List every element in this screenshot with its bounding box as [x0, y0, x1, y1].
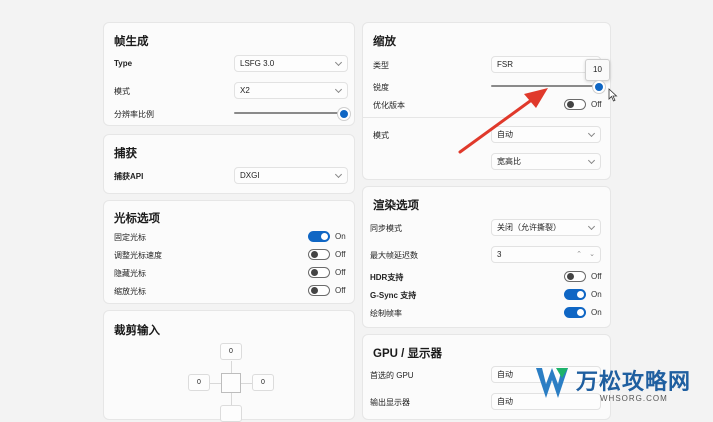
cursor-fixed-toggle[interactable]: [308, 231, 330, 242]
chevron-down-icon: [587, 156, 596, 165]
cursor-title: 光标选项: [114, 213, 160, 225]
cursor-hide-state: Off: [335, 268, 346, 277]
hdr-toggle[interactable]: [564, 271, 586, 282]
render-title: 渲染选项: [373, 200, 419, 212]
cursor-fixed-state: On: [335, 232, 346, 241]
chevron-down-icon: [334, 170, 343, 179]
cursor-hide-toggle[interactable]: [308, 267, 330, 278]
gsync-label: G-Sync 支持: [370, 291, 417, 300]
capture-api-dropdown[interactable]: DXGI: [234, 167, 348, 184]
scaling-panel: 缩放 类型 FSR 10 锐度 优化版本 Off 模式 自动 宽高比: [362, 22, 611, 180]
gpu-title: GPU / 显示器: [373, 348, 443, 360]
framerate-state: On: [591, 308, 602, 317]
crop-title: 裁剪输入: [114, 325, 160, 337]
scaling-type-label: 类型: [373, 61, 389, 70]
sync-mode-dropdown[interactable]: 关闭（允许撕裂）: [491, 219, 601, 236]
sharpness-slider-track[interactable]: [491, 85, 597, 87]
render-panel: 渲染选项 同步模式 关闭（允许撕裂） 最大帧延迟数 3 ⌃ ⌄ HDR支持 Of…: [362, 186, 611, 328]
cursor-scale-label: 缩放光标: [114, 287, 146, 296]
aspect-ratio-dropdown[interactable]: 宽高比: [491, 153, 601, 170]
scaling-type-value: FSR: [497, 60, 513, 69]
crop-panel: 裁剪输入 0 0 0: [103, 310, 355, 422]
capture-api-value: DXGI: [240, 171, 260, 180]
max-frame-stepper[interactable]: 3 ⌃ ⌄: [491, 246, 601, 263]
frame-gen-type-dropdown[interactable]: LSFG 3.0: [234, 55, 348, 72]
frame-gen-mode-label: 模式: [114, 87, 130, 96]
crop-bottom-input[interactable]: [220, 405, 242, 422]
crop-left-input[interactable]: 0: [188, 374, 210, 391]
monitor-label: 输出显示器: [370, 398, 410, 407]
frame-gen-type-value: LSFG 3.0: [240, 59, 275, 68]
sync-mode-value: 关闭（允许撕裂）: [497, 223, 561, 232]
capture-api-label: 捕获API: [114, 172, 144, 181]
scaling-mode-label: 模式: [373, 131, 389, 140]
cursor-hide-label: 隐藏光标: [114, 269, 146, 278]
cursor-panel: 光标选项 固定光标 On 调整光标速度 Off 隐藏光标 Off 缩放光标 Of…: [103, 200, 355, 304]
cursor-fixed-label: 固定光标: [114, 233, 146, 242]
scaling-divider: [363, 117, 610, 118]
optimize-label: 优化版本: [373, 101, 405, 110]
chevron-down-icon: [334, 85, 343, 94]
framerate-toggle[interactable]: [564, 307, 586, 318]
max-frame-value: 3: [497, 250, 502, 259]
sharpness-slider-thumb[interactable]: [593, 81, 605, 93]
chevron-down-icon: [334, 58, 343, 67]
max-frame-label: 最大帧延迟数: [370, 251, 418, 260]
cursor-scale-toggle[interactable]: [308, 285, 330, 296]
hdr-label: HDR支持: [370, 273, 404, 282]
capture-panel: 捕获 捕获API DXGI: [103, 134, 355, 194]
cursor-scale-state: Off: [335, 286, 346, 295]
resolution-slider-thumb[interactable]: [338, 108, 350, 120]
scaling-mode-value: 自动: [497, 130, 513, 139]
monitor-value: 自动: [497, 397, 513, 406]
cursor-speed-toggle[interactable]: [308, 249, 330, 260]
chevron-down-icon: [587, 129, 596, 138]
gpu-label: 首选的 GPU: [370, 371, 414, 380]
resolution-slider-track[interactable]: [234, 112, 342, 114]
gpu-value: 自动: [497, 370, 513, 379]
optimize-toggle[interactable]: [564, 99, 586, 110]
stepper-down-icon[interactable]: ⌄: [589, 247, 595, 262]
watermark-logo: 万松攻略网 WHSORG.COM: [534, 360, 713, 410]
crop-right-input[interactable]: 0: [252, 374, 274, 391]
chevron-down-icon: [587, 222, 596, 231]
gsync-toggle[interactable]: [564, 289, 586, 300]
sharpness-label: 锐度: [373, 83, 389, 92]
gsync-state: On: [591, 290, 602, 299]
crop-top-input[interactable]: 0: [220, 343, 242, 360]
cursor-speed-state: Off: [335, 250, 346, 259]
watermark-url: WHSORG.COM: [600, 394, 668, 403]
watermark-name: 万松攻略网: [576, 369, 692, 394]
scaling-title: 缩放: [373, 36, 396, 48]
aspect-ratio-value: 宽高比: [497, 157, 521, 166]
scaling-mode-dropdown[interactable]: 自动: [491, 126, 601, 143]
hdr-state: Off: [591, 272, 602, 281]
sync-mode-label: 同步模式: [370, 224, 402, 233]
stepper-up-icon[interactable]: ⌃: [576, 247, 582, 262]
crop-preview-box: [221, 373, 241, 393]
watermark-w-icon: [536, 368, 568, 398]
frame-gen-mode-value: X2: [240, 86, 250, 95]
cursor-speed-label: 调整光标速度: [114, 251, 162, 260]
framerate-label: 绘制帧率: [370, 309, 402, 318]
frame-gen-type-label: Type: [114, 59, 133, 68]
frame-gen-resolution-label: 分辨率比例: [114, 110, 154, 119]
mouse-cursor-icon: [608, 88, 618, 102]
frame-gen-panel: 帧生成 Type LSFG 3.0 模式 X2 分辨率比例: [103, 22, 355, 126]
frame-gen-title: 帧生成: [114, 36, 149, 48]
optimize-state: Off: [591, 100, 602, 109]
frame-gen-mode-dropdown[interactable]: X2: [234, 82, 348, 99]
capture-title: 捕获: [114, 148, 137, 160]
sharpness-tooltip: 10: [585, 59, 610, 81]
